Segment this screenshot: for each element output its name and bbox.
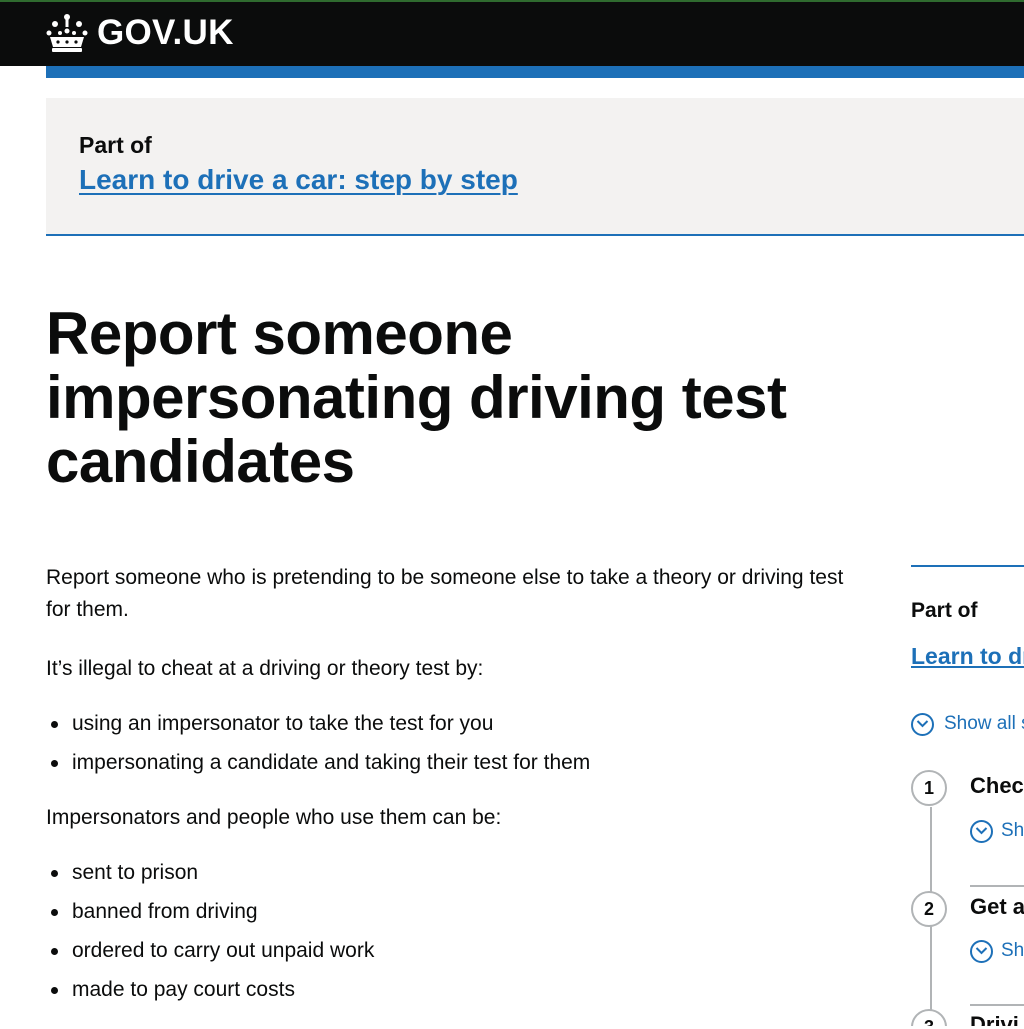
step-title-1[interactable]: Chec	[970, 773, 1024, 799]
list-item: ordered to carry out unpaid work	[46, 935, 866, 967]
intro-paragraph: Report someone who is pretending to be s…	[46, 566, 844, 621]
chevron-down-icon[interactable]	[911, 713, 934, 736]
banner-step-by-step-link[interactable]: Learn to drive a car: step by step	[79, 164, 518, 196]
list-item: impersonating a candidate and taking the…	[46, 747, 866, 779]
illegal-heading: It’s illegal to cheat at a driving or th…	[46, 657, 484, 680]
consequences-heading: Impersonators and people who use them ca…	[46, 806, 502, 829]
step-divider	[970, 1004, 1024, 1006]
page-title: Report someone impersonating driving tes…	[46, 300, 787, 495]
chevron-down-icon[interactable]	[970, 940, 993, 963]
crown-icon	[46, 14, 88, 52]
list-item: banned from driving	[46, 896, 866, 928]
step-show-button-2[interactable]: Sh	[1001, 940, 1024, 962]
sidebar-step-by-step-link[interactable]: Learn to dr	[911, 643, 1024, 670]
govuk-logo-link[interactable]: GOV.UK	[46, 11, 234, 55]
step-by-step-sidebar: Part of Learn to dr Show all s 1 Chec Sh…	[911, 565, 1024, 1026]
logo-text: GOV.UK	[97, 13, 234, 52]
site-header: GOV.UK	[0, 0, 1024, 66]
list-item: sent to prison	[46, 857, 866, 889]
illegal-list: using an impersonator to take the test f…	[46, 708, 866, 779]
step-divider	[970, 885, 1024, 887]
step-show-button-1[interactable]: Sh	[1001, 820, 1024, 842]
sidebar-part-of-label: Part of	[911, 599, 978, 622]
step-number-3: 3	[911, 1009, 947, 1026]
main-content: Report someone who is pretending to be s…	[46, 562, 866, 1029]
list-item: using an impersonator to take the test f…	[46, 708, 866, 740]
show-all-steps-button[interactable]: Show all s	[944, 713, 1024, 735]
header-blue-bar	[46, 66, 1024, 78]
step-number-1: 1	[911, 770, 947, 806]
step-number-2: 2	[911, 891, 947, 927]
banner-part-of-label: Part of	[79, 132, 152, 158]
consequences-list: sent to prison banned from driving order…	[46, 857, 866, 1006]
list-item: made to pay court costs	[46, 974, 866, 1006]
step-title-2[interactable]: Get a	[970, 894, 1024, 920]
step-by-step-banner: Part of Learn to drive a car: step by st…	[46, 98, 1024, 236]
chevron-down-icon[interactable]	[970, 820, 993, 843]
